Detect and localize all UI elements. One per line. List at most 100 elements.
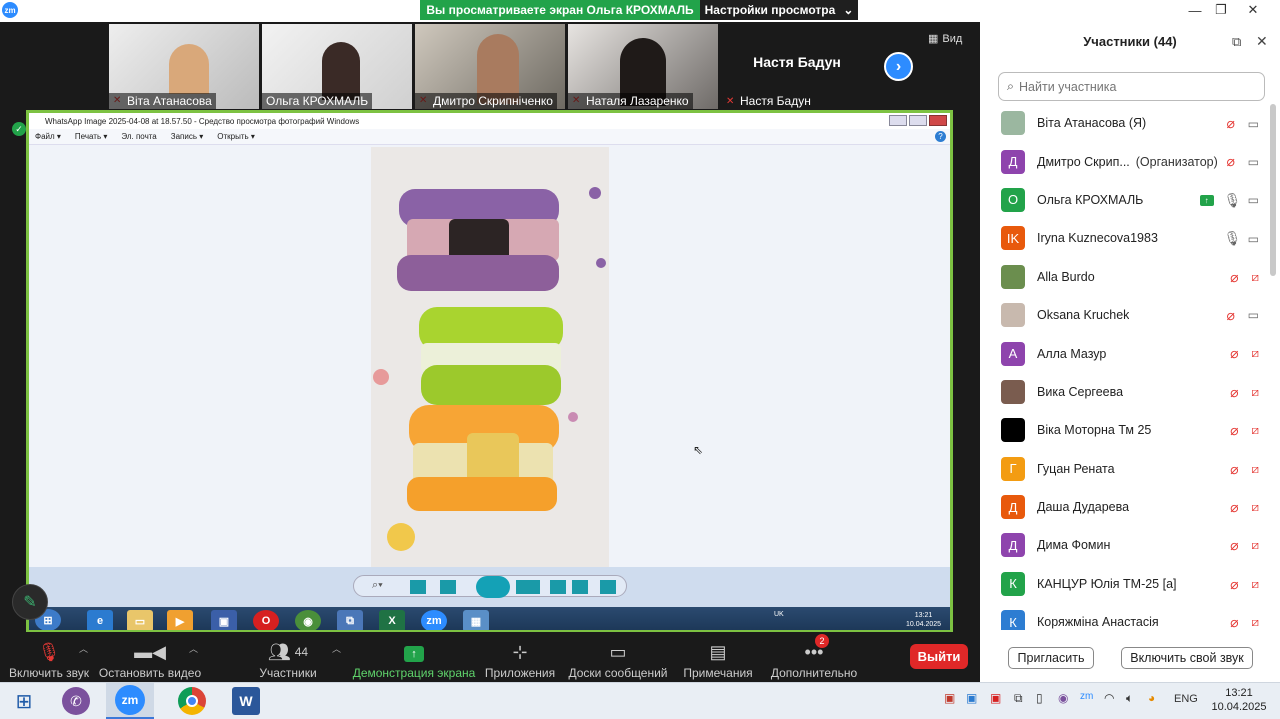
unmute-self-button[interactable]: Включить свой звук (1121, 647, 1253, 669)
tray-device-icon[interactable]: ▯ (1036, 691, 1043, 705)
muted-mic-icon[interactable]: ⌀ (1227, 345, 1241, 362)
video-camera-icon[interactable]: ▭ (1248, 308, 1259, 322)
muted-mic-icon[interactable]: ⌀ (1227, 384, 1241, 401)
scrollbar[interactable] (1270, 104, 1276, 276)
muted-mic-icon[interactable]: ⌀ (1227, 461, 1241, 478)
more-button[interactable]: ••• Дополнительно (770, 636, 858, 681)
whiteboards-button[interactable]: ▭ Доски сообщений (568, 636, 668, 681)
rotate-left-icon[interactable] (550, 580, 566, 594)
remote-save-icon[interactable]: ▣ (211, 610, 237, 630)
video-off-icon[interactable]: ⧄ (1251, 423, 1259, 438)
video-tile[interactable]: Ольга КРОХМАЛЬ (262, 24, 412, 109)
shared-screen[interactable]: WhatsApp Image 2025-04-08 at 18.57.50 - … (26, 110, 953, 633)
next-icon[interactable] (516, 580, 540, 594)
tray-viber-icon[interactable]: ◉ (1058, 691, 1068, 705)
participants-button[interactable]: 👥︎ 44 Участники (258, 636, 318, 681)
muted-mic-icon[interactable]: ⌀ (1227, 499, 1241, 516)
menu-print[interactable]: Печать ▾ (75, 132, 107, 141)
previous-icon[interactable] (440, 580, 456, 594)
remote-explorer-icon[interactable]: ▭ (127, 610, 153, 630)
video-off-icon[interactable]: ⧄ (1251, 270, 1259, 285)
mic-icon[interactable]: 🎙︎ (1224, 192, 1242, 209)
video-camera-icon[interactable]: ▭ (1248, 232, 1259, 246)
muted-mic-icon[interactable]: ⌀ (1227, 537, 1241, 554)
remote-opera-icon[interactable]: O (253, 610, 279, 630)
close-window-button[interactable]: ✕ (1238, 0, 1268, 20)
remote-network-icon[interactable]: ⧉ (337, 610, 363, 630)
muted-mic-icon[interactable]: ⌀ (1227, 422, 1241, 439)
video-off-icon[interactable]: ⧄ (1251, 385, 1259, 400)
close-icon[interactable]: ✕ (1256, 33, 1268, 50)
muted-mic-icon[interactable]: ⌀ (1224, 307, 1238, 324)
tray-volume-icon[interactable]: 🔈︎ (1126, 691, 1133, 706)
taskbar-chrome[interactable] (168, 683, 216, 719)
tray-wifi-icon[interactable]: ◠ (1104, 691, 1114, 705)
remote-ie-icon[interactable]: e (87, 610, 113, 630)
chevron-up-icon[interactable]: ︿ (332, 642, 341, 655)
delete-icon[interactable] (600, 580, 616, 594)
notes-button[interactable]: ▤ Примечания (682, 636, 754, 681)
tray-language[interactable]: ENG (1174, 693, 1198, 705)
participant-row[interactable]: Д Даша Дударева ⌀ ⧄ (995, 488, 1265, 526)
menu-file[interactable]: Файл ▾ (35, 132, 61, 141)
unmute-button[interactable]: 🎙︎ Включить звук (8, 636, 90, 681)
muted-mic-icon[interactable]: ⌀ (1227, 269, 1241, 286)
participant-row[interactable]: Д Дмитро Скрип... (Организатор) ⌀ ▭ (995, 142, 1265, 180)
video-tile[interactable]: ✕ Наталя Лазаренко (568, 24, 718, 109)
video-camera-icon[interactable]: ▭ (1248, 155, 1259, 169)
participant-search[interactable]: ⌕ (998, 72, 1265, 101)
chevron-up-icon[interactable]: ︿ (189, 642, 198, 655)
view-button[interactable]: ▦ Вид (928, 32, 962, 46)
start-button[interactable]: ⊞ (0, 683, 48, 719)
participant-row[interactable]: О Ольга КРОХМАЛЬ ↑ 🎙︎ ▭ (995, 181, 1265, 219)
chevron-up-icon[interactable]: ︿ (79, 642, 88, 655)
video-tile[interactable]: ✕ Віта Атанасова (109, 24, 259, 109)
tray-network-icon[interactable]: ⧉ (1014, 691, 1023, 706)
participant-row[interactable]: К Коряжміна Анастасія ⌀ ⧄ (995, 603, 1265, 630)
remote-media-icon[interactable]: ▶ (167, 610, 193, 630)
invite-button[interactable]: Пригласить (1008, 647, 1094, 669)
muted-mic-icon[interactable]: ⌀ (1227, 576, 1241, 593)
video-off-icon[interactable]: ⧄ (1251, 577, 1259, 592)
menu-burn[interactable]: Запись ▾ (171, 132, 204, 141)
muted-mic-icon[interactable]: ⌀ (1224, 153, 1238, 170)
zoom-icon[interactable]: ⌕▾ (372, 579, 383, 592)
annotate-pen-button[interactable]: ✎ (12, 584, 48, 620)
tray-app-icon[interactable]: ▣ (990, 691, 1001, 705)
taskbar-zoom[interactable]: zm (106, 683, 154, 719)
participant-row[interactable]: А Алла Мазур ⌀ ⧄ (995, 334, 1265, 372)
tray-app-icon[interactable]: ▣ (944, 691, 955, 705)
participant-row[interactable]: Віта Атанасова (Я) ⌀ ▭ (995, 104, 1265, 142)
rotate-right-icon[interactable] (572, 580, 588, 594)
video-off-icon[interactable]: ⧄ (1251, 500, 1259, 515)
muted-mic-icon[interactable]: ⌀ (1224, 115, 1238, 132)
share-screen-button[interactable]: ↑ Демонстрация экрана (353, 636, 475, 680)
taskbar-word[interactable]: W (222, 683, 270, 719)
remote-zoom-icon[interactable]: zm (421, 610, 447, 630)
video-off-icon[interactable]: ⧄ (1251, 615, 1259, 630)
active-speaker-tile[interactable]: Настя Бадун ✕ Настя Бадун (722, 24, 872, 109)
video-off-icon[interactable]: ⧄ (1251, 346, 1259, 361)
tray-app-icon[interactable]: ▣ (966, 691, 977, 705)
remote-excel-icon[interactable]: X (379, 610, 405, 630)
search-input[interactable] (1019, 79, 1250, 94)
taskbar-clock[interactable]: 13:21 10.04.2025 (1208, 686, 1270, 714)
maximize-button[interactable]: ❐ (1206, 0, 1236, 20)
video-camera-icon[interactable]: ▭ (1248, 117, 1259, 131)
apps-button[interactable]: ⊹ Приложения (484, 636, 556, 681)
participant-row[interactable]: Oksana Kruchek ⌀ ▭ (995, 296, 1265, 334)
taskbar-viber[interactable]: ✆ (52, 683, 100, 719)
video-off-icon[interactable]: ⧄ (1251, 462, 1259, 477)
menu-open[interactable]: Открыть ▾ (217, 132, 255, 141)
participant-row[interactable]: Вика Сергеева ⌀ ⧄ (995, 373, 1265, 411)
participant-row[interactable]: Віка Моторна Тм 25 ⌀ ⧄ (995, 411, 1265, 449)
slideshow-icon[interactable] (476, 576, 510, 598)
tray-alert-icon[interactable]: ◕ (1148, 691, 1155, 705)
popout-icon[interactable]: ⧉ (1232, 34, 1241, 50)
participant-row[interactable]: К КАНЦУР Юлія ТМ-25 [а] ⌀ ⧄ (995, 565, 1265, 603)
menu-email[interactable]: Эл. почта (121, 132, 156, 141)
participant-row[interactable]: Г Гуцан Рената ⌀ ⧄ (995, 450, 1265, 488)
leave-button[interactable]: Выйти (910, 644, 968, 669)
video-button[interactable]: ▬◀ Остановить видео (99, 636, 201, 681)
view-settings-button[interactable]: Настройки просмотра ⌄ (700, 0, 858, 20)
